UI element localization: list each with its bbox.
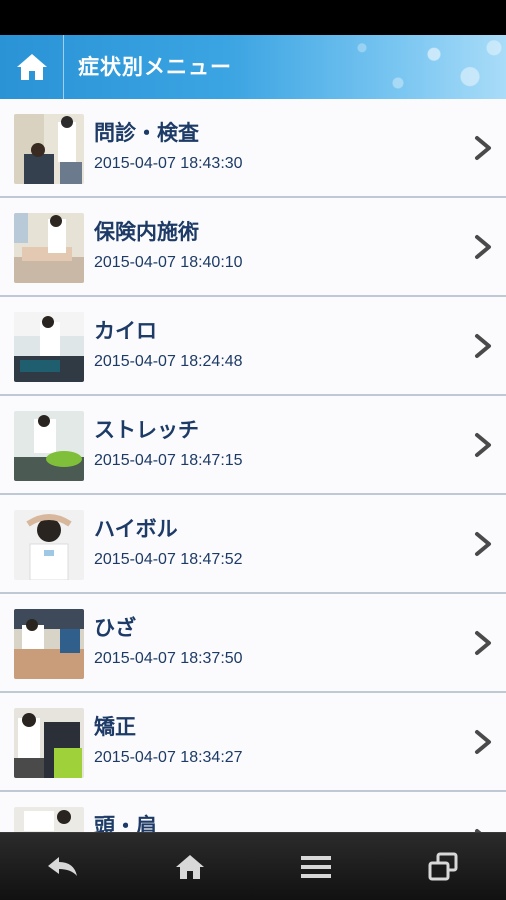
status-bar — [0, 0, 506, 35]
item-thumbnail — [14, 708, 84, 778]
item-date: 2015-04-07 18:47:15 — [94, 452, 243, 469]
item-thumbnail — [14, 213, 84, 283]
chevron-right-icon — [475, 730, 491, 754]
list-item[interactable]: 頭・肩 — [0, 792, 506, 832]
item-title: ハイボル — [94, 517, 178, 541]
item-title: 問診・検査 — [94, 121, 199, 145]
item-date: 2015-04-07 18:24:48 — [94, 353, 243, 370]
item-thumbnail — [14, 609, 84, 679]
list-item[interactable]: 保険内施術 2015-04-07 18:40:10 — [0, 198, 506, 297]
item-date: 2015-04-07 18:37:50 — [94, 650, 243, 667]
home-button[interactable] — [0, 35, 64, 99]
item-date: 2015-04-07 18:40:10 — [94, 254, 243, 271]
chevron-right-icon — [475, 334, 491, 358]
back-icon — [48, 856, 78, 876]
item-date: 2015-04-07 18:47:52 — [94, 551, 243, 568]
home-icon — [16, 54, 47, 80]
windows-icon — [428, 852, 458, 880]
list-item[interactable]: ストレッチ 2015-04-07 18:47:15 — [0, 396, 506, 495]
back-button[interactable] — [33, 837, 93, 897]
chevron-right-icon — [475, 532, 491, 556]
list-item[interactable]: ハイボル 2015-04-07 18:47:52 — [0, 495, 506, 594]
item-title: 頭・肩 — [94, 814, 157, 832]
list-item[interactable]: ひざ 2015-04-07 18:37:50 — [0, 594, 506, 693]
chevron-right-icon — [475, 235, 491, 259]
item-thumbnail — [14, 114, 84, 184]
home-nav-button[interactable] — [160, 837, 220, 897]
list-item[interactable]: 矯正 2015-04-07 18:34:27 — [0, 693, 506, 792]
home-icon — [175, 854, 204, 879]
menu-icon — [301, 855, 332, 878]
item-title: ひざ — [94, 616, 136, 640]
item-thumbnail — [14, 411, 84, 481]
item-title: ストレッチ — [94, 418, 199, 442]
item-title: 矯正 — [94, 715, 136, 739]
chevron-right-icon — [475, 631, 491, 655]
list-item[interactable]: カイロ 2015-04-07 18:24:48 — [0, 297, 506, 396]
item-thumbnail — [14, 312, 84, 382]
item-thumbnail — [14, 807, 84, 832]
item-thumbnail — [14, 510, 84, 580]
page-title: 症状別メニュー — [78, 55, 232, 79]
item-title: 保険内施術 — [94, 220, 199, 244]
chevron-right-icon — [475, 433, 491, 457]
app-header: 症状別メニュー — [0, 35, 506, 99]
windows-button[interactable] — [413, 837, 473, 897]
item-date: 2015-04-07 18:43:30 — [94, 155, 243, 172]
item-title: カイロ — [94, 319, 157, 343]
menu-button[interactable] — [286, 837, 346, 897]
chevron-right-icon — [475, 136, 491, 160]
bottom-navigation — [0, 832, 506, 900]
item-date: 2015-04-07 18:34:27 — [94, 749, 243, 766]
menu-list: 問診・検査 2015-04-07 18:43:30 保険内施術 2015-04-… — [0, 99, 506, 832]
list-item[interactable]: 問診・検査 2015-04-07 18:43:30 — [0, 99, 506, 198]
